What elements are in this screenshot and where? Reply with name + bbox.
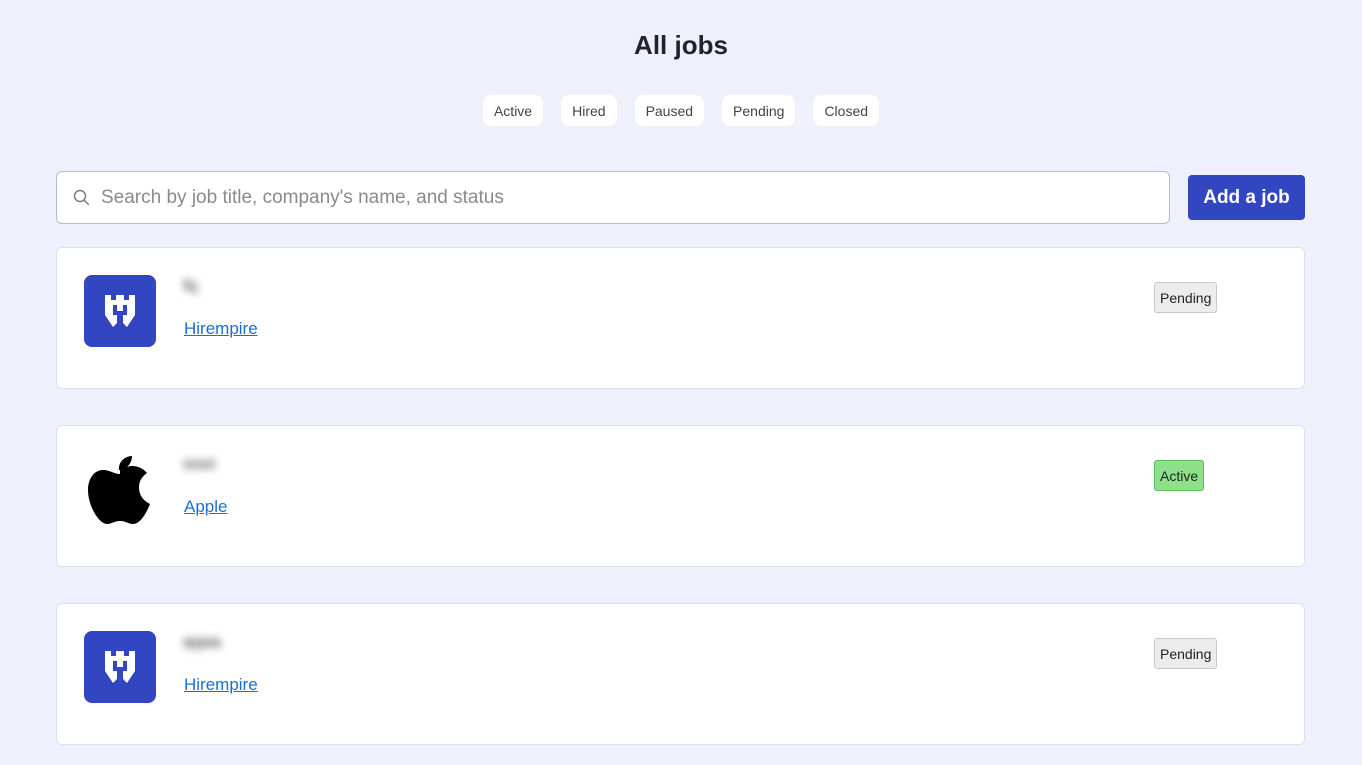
job-title: oooi: [183, 454, 216, 473]
job-card[interactable]: fq Hirempire Pending: [56, 247, 1305, 389]
add-job-button[interactable]: Add a job: [1188, 175, 1305, 220]
job-card[interactable]: oooi Apple Active: [56, 425, 1305, 567]
filter-active[interactable]: Active: [482, 95, 544, 126]
hirempire-logo-icon: [84, 631, 156, 703]
search-input[interactable]: [101, 172, 1169, 223]
filter-hired[interactable]: Hired: [561, 95, 617, 126]
status-badge: Pending: [1154, 638, 1218, 669]
company-link[interactable]: Hirempire: [184, 675, 258, 695]
status-filter-bar: Active Hired Paused Pending Closed: [0, 95, 1362, 126]
apple-logo-icon: [84, 453, 156, 525]
company-link[interactable]: Apple: [184, 497, 227, 517]
filter-pending[interactable]: Pending: [722, 95, 796, 126]
search-box[interactable]: [56, 171, 1170, 224]
status-badge: Pending: [1154, 282, 1218, 313]
job-title: qqaa: [183, 632, 221, 651]
job-title: fq: [183, 276, 198, 295]
hirempire-logo-icon: [84, 275, 156, 347]
status-badge: Active: [1154, 460, 1205, 491]
search-icon: [73, 189, 91, 207]
job-card[interactable]: qqaa Hirempire Pending: [56, 603, 1305, 745]
page-title: All jobs: [634, 30, 728, 60]
filter-closed[interactable]: Closed: [813, 95, 880, 126]
filter-paused[interactable]: Paused: [634, 95, 705, 126]
company-link[interactable]: Hirempire: [184, 319, 258, 339]
